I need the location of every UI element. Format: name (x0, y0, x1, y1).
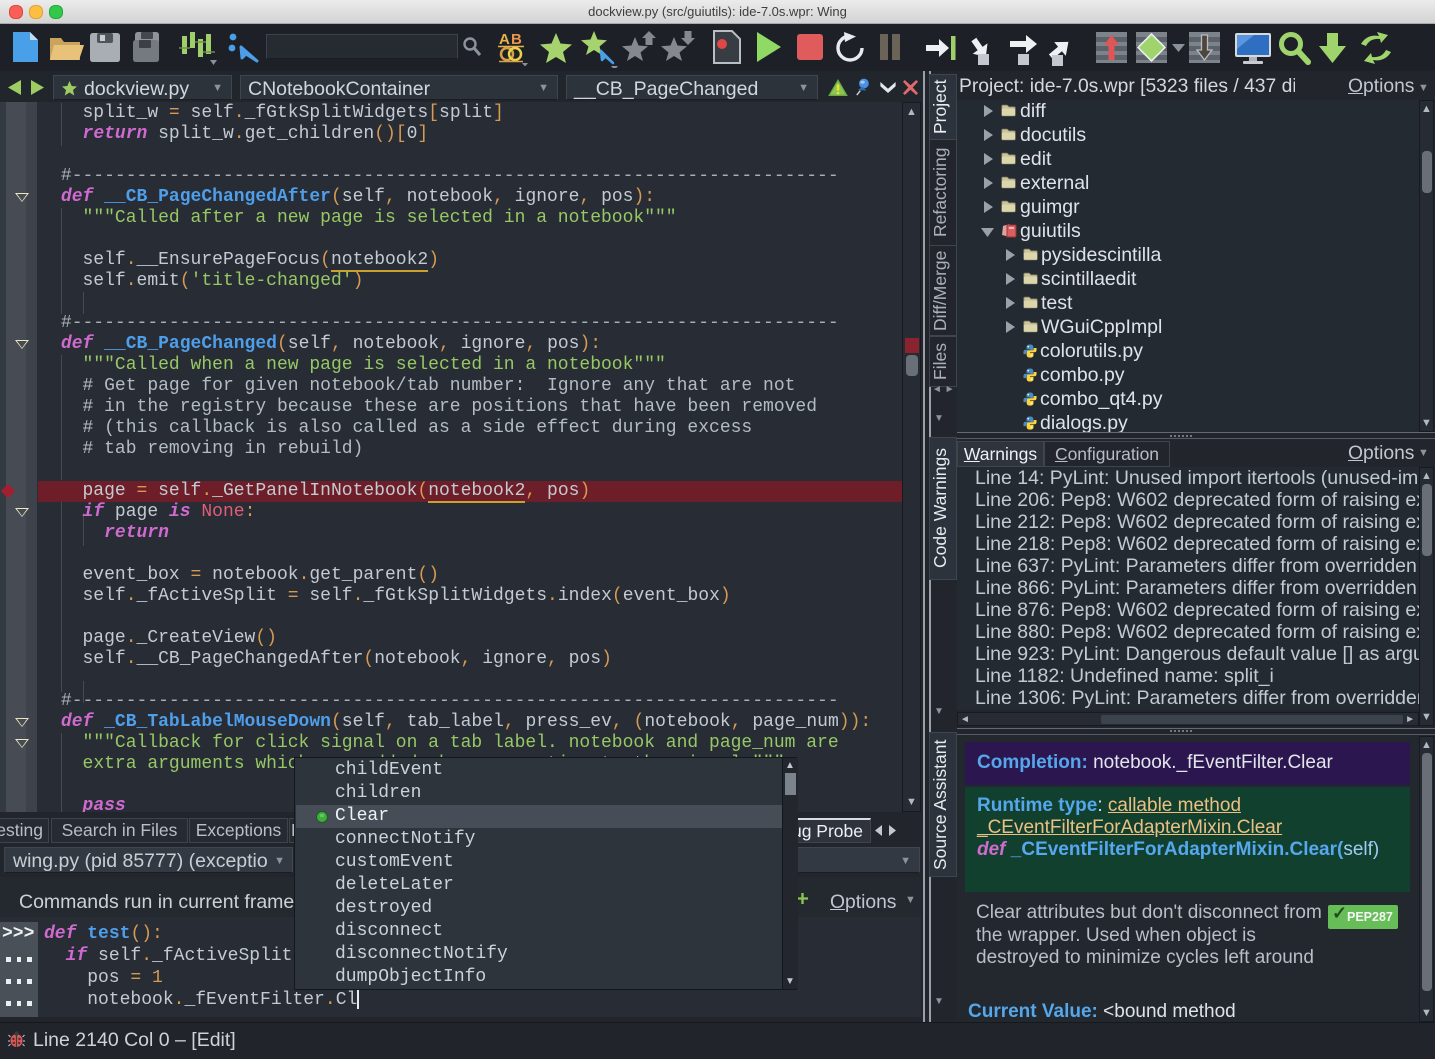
svg-text:B: B (511, 31, 522, 48)
svg-text:A: A (499, 31, 510, 48)
